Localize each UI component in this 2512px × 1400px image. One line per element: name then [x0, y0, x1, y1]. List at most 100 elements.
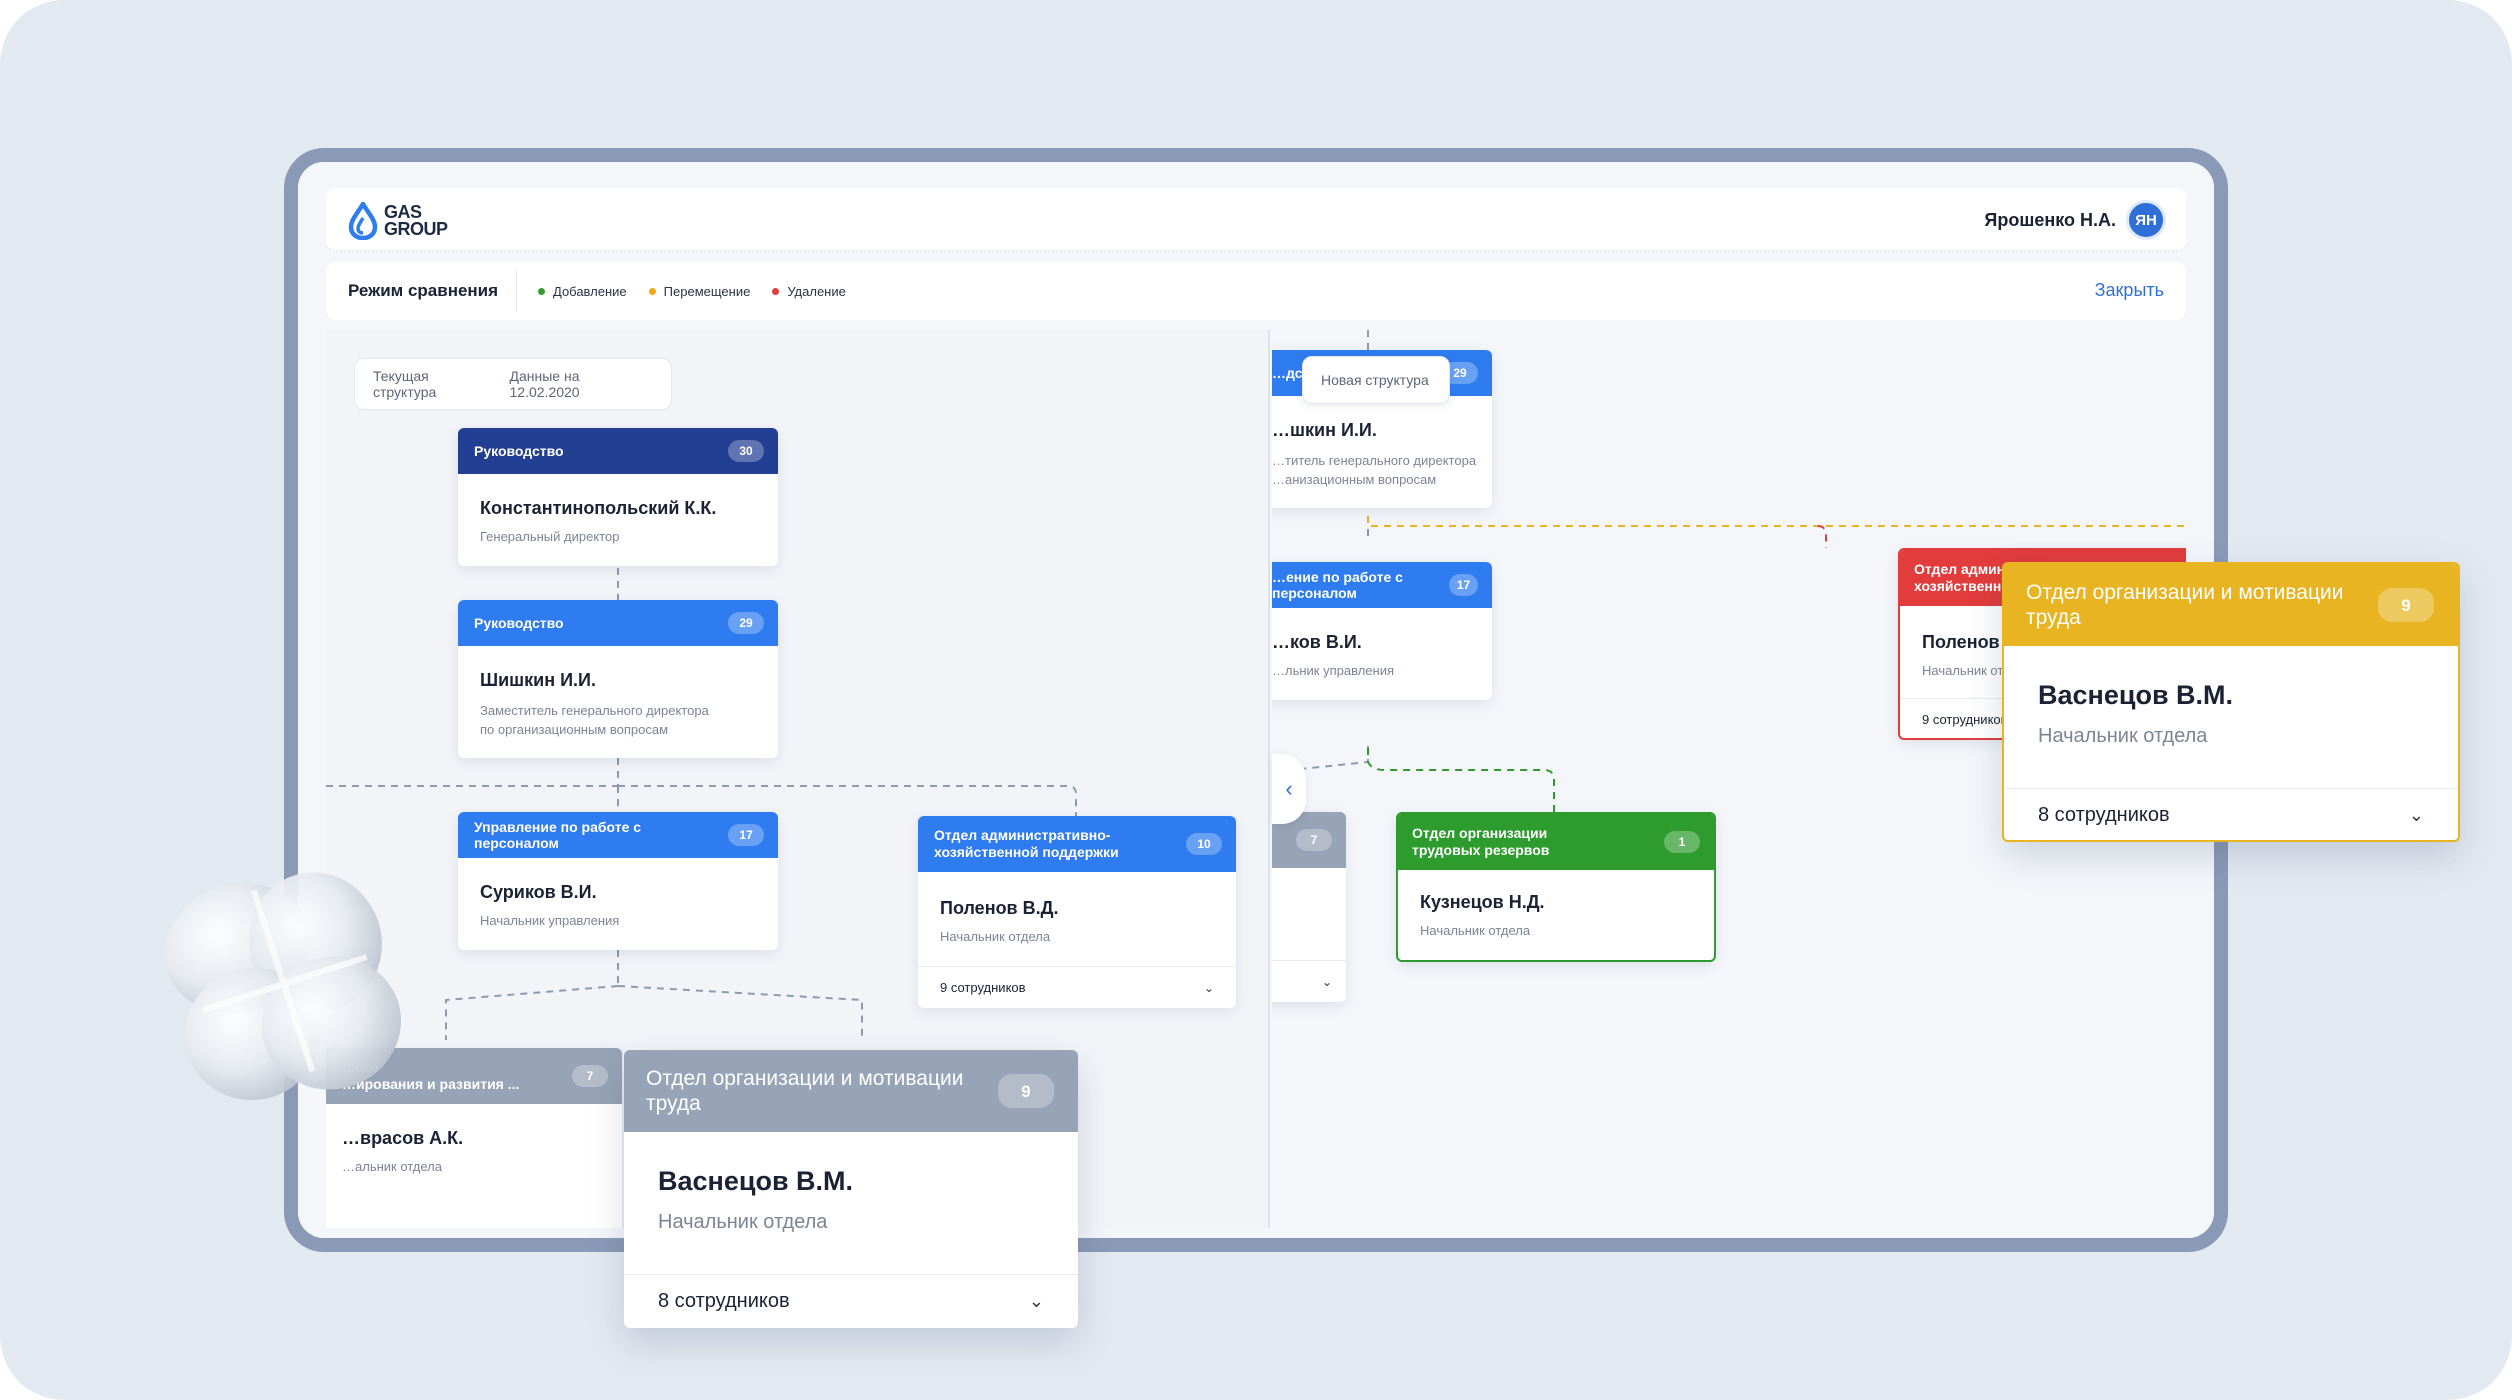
close-button[interactable]: Закрыть [2095, 280, 2164, 301]
employees-toggle[interactable]: 9 сотрудников ⌄ [918, 966, 1236, 1008]
employees-toggle[interactable]: 8 сотрудников ⌄ [624, 1274, 1078, 1328]
dept-name: Отдел административно- хозяйственной под… [934, 827, 1119, 861]
card-header: Отдел административно- хозяйственной под… [918, 816, 1236, 872]
employee-count: 8 сотрудников [658, 1290, 790, 1312]
count-badge: 10 [1186, 833, 1222, 855]
card-header: Руководство 29 [458, 600, 778, 646]
employee-count: 8 сотрудников [2038, 804, 2170, 826]
org-card-reserve-added[interactable]: Отдел организации трудовых резервов 1 Ку… [1396, 812, 1716, 962]
legend: Добавление Перемещение Удаление [538, 284, 846, 299]
org-card-deputy[interactable]: Руководство 29 Шишкин И.И. Заместитель г… [458, 600, 778, 758]
person-role: Начальник отдела [940, 929, 1051, 944]
person-name: Кузнецов Н.Д. [1420, 892, 1545, 912]
role-line: по организационным вопросам [480, 722, 669, 737]
chevron-down-icon: ⌄ [1321, 974, 1332, 989]
card-header: Руководство 30 [458, 428, 778, 474]
org-card-hr[interactable]: Управление по работе с персоналом 17 Сур… [458, 812, 778, 950]
role-line: …титель генерального директора [1272, 453, 1477, 468]
dept-line: трудовых резервов [1412, 842, 1550, 858]
person-role: …титель генерального директора …анизацио… [1272, 451, 1492, 489]
role-line: …анизационным вопросам [1272, 472, 1437, 487]
dept-line: хозяйственной поддержки [934, 844, 1119, 860]
person-name: Шишкин И.И. [480, 670, 596, 690]
app-header: GAS GROUP Ярошенко Н.А. ЯН [326, 188, 2186, 252]
legend-label: Перемещение [663, 284, 751, 299]
app-screen: GAS GROUP Ярошенко Н.А. ЯН Режим сравнен… [298, 162, 2214, 1238]
person-name: Васнецов В.М. [658, 1166, 854, 1196]
card-body: Суриков В.И. Начальник управления [458, 858, 778, 928]
employee-count: 9 сотрудников [940, 980, 1026, 995]
card-header: Отдел организации и мотивации труда 9 [2004, 564, 2458, 646]
compare-toolbar: Режим сравнения Добавление Перемещение У… [326, 262, 2186, 320]
count-badge: 17 [1448, 574, 1478, 596]
card-body: Поленов В.Д. Начальник отдела [918, 872, 1236, 966]
count-badge: 30 [728, 440, 764, 462]
chevron-left-icon[interactable]: ‹ [1272, 754, 1306, 824]
card-body: Васнецов В.М. Начальник отдела [624, 1132, 1078, 1274]
card-body: Кузнецов Н.Д. Начальник отдела [1398, 870, 1714, 938]
count-badge: 1 [1664, 831, 1700, 853]
popout-card-gray[interactable]: Отдел организации и мотивации труда 9 Ва… [624, 1050, 1078, 1328]
person-role: …альник отдела [342, 1159, 442, 1174]
gas-drop-icon [348, 202, 378, 240]
card-body: Шишкин И.И. Заместитель генерального дир… [458, 646, 778, 739]
dept-line: труда [646, 1092, 701, 1115]
mode-title: Режим сравнения [348, 281, 499, 300]
org-card-director[interactable]: Руководство 30 Константинопольский К.К. … [458, 428, 778, 566]
card-header: …ение по работе с персоналом 17 [1272, 562, 1492, 608]
legend-item-moved: Перемещение [648, 284, 751, 299]
legend-item-removed: Удаление [772, 284, 846, 299]
count-badge: 9 [998, 1074, 1054, 1108]
user-menu[interactable]: Ярошенко Н.А. ЯН [1984, 200, 2166, 240]
glass-shape-decoration [164, 872, 402, 1101]
card-header: Отдел организации трудовых резервов 1 [1398, 814, 1714, 870]
structure-title: Текущая структура [373, 368, 437, 400]
card-header: Управление по работе с персоналом 17 [458, 812, 778, 858]
card-body [1272, 868, 1346, 960]
count-badge: 7 [1296, 829, 1332, 851]
dept-name: Управление по работе с персоналом [474, 819, 642, 851]
user-name: Ярошенко Н.А. [1984, 209, 2116, 230]
legend-item-added: Добавление [538, 284, 627, 299]
org-card-admin[interactable]: Отдел административно- хозяйственной под… [918, 816, 1236, 1008]
person-name: Васнецов В.М. [2038, 680, 2234, 710]
chevron-down-icon: ⌄ [2408, 805, 2424, 825]
card-body: …шкин И.И. …титель генерального директор… [1272, 396, 1492, 489]
app-window: GAS GROUP Ярошенко Н.А. ЯН Режим сравнен… [284, 148, 2228, 1252]
count-badge: 17 [728, 824, 764, 846]
role-line: Заместитель генерального директора [480, 703, 709, 718]
avatar[interactable]: ЯН [2126, 200, 2166, 240]
dept-line: Отдел административно- [934, 827, 1111, 843]
count-badge: 29 [728, 612, 764, 634]
org-card-partial[interactable]: 7 ⌄ [1272, 812, 1346, 1002]
person-name: Суриков В.И. [480, 882, 597, 902]
dept-line: Отдел организации и мотивации [646, 1067, 964, 1090]
logo-text: GAS GROUP [384, 203, 448, 239]
person-name: Поленов В.Д. [940, 898, 1059, 918]
card-body: Константинопольский К.К. Генеральный дир… [458, 474, 778, 544]
dept-line: труда [2026, 606, 2081, 629]
logo-line2: GROUP [384, 219, 448, 239]
legend-label: Добавление [553, 284, 627, 299]
person-role: Начальник управления [480, 913, 620, 928]
person-role: …льник управления [1272, 663, 1395, 678]
dept-line: Отдел организации [1412, 825, 1548, 841]
person-role: Начальник отдела [1420, 923, 1531, 938]
logo[interactable]: GAS GROUP [348, 202, 448, 240]
dept-name: Руководство [474, 443, 564, 459]
person-role: Начальник отдела [2038, 725, 2208, 747]
org-card-hr-new[interactable]: …ение по работе с персоналом 17 …ков В.И… [1272, 562, 1492, 700]
dept-name: Отдел организации трудовых резервов [1412, 825, 1549, 859]
person-role: Генеральный директор [480, 529, 620, 544]
person-role: Начальник отдела [658, 1211, 828, 1233]
employees-toggle[interactable]: ⌄ [1272, 960, 1346, 1002]
structure-date: Данные на 12.02.2020 [509, 368, 580, 400]
popout-card-moved[interactable]: Отдел организации и мотивации труда 9 Ва… [2002, 562, 2460, 842]
yellow-dot-icon [648, 288, 656, 295]
person-name: …шкин И.И. [1272, 420, 1377, 440]
employees-toggle[interactable]: 8 сотрудников ⌄ [2004, 788, 2458, 840]
count-badge: 7 [572, 1065, 608, 1087]
new-structure-label: Новая структура [1302, 356, 1450, 404]
green-dot-icon [538, 288, 545, 295]
person-name: Константинопольский К.К. [480, 498, 717, 518]
